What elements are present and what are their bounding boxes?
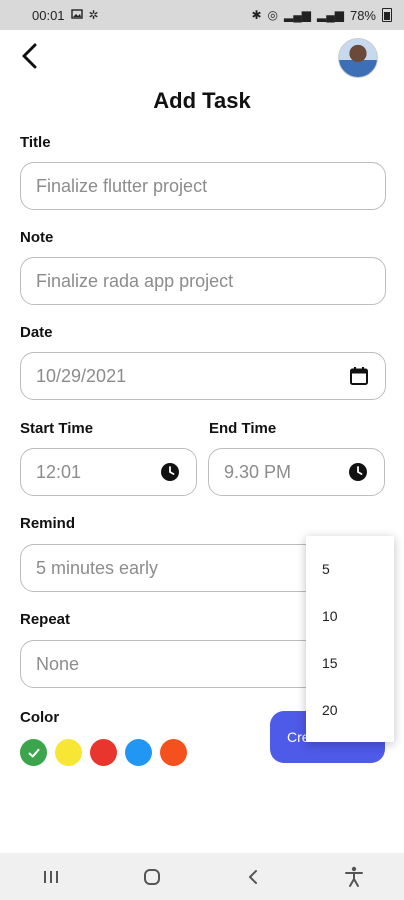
date-label: Date: [20, 324, 53, 341]
system-nav-bar: [0, 853, 404, 900]
color-swatch-yellow[interactable]: [55, 739, 82, 766]
title-input[interactable]: Finalize flutter project: [20, 162, 386, 210]
start-time-value: 12:01: [36, 461, 82, 482]
back-arrow-icon: [22, 43, 37, 69]
battery-percent: 78%: [349, 7, 376, 23]
status-bar-right: ✱ ◎ ▂▄▆ ▂▄▆ 78%: [251, 8, 392, 23]
date-input-value: 10/29/2021: [36, 365, 127, 386]
nav-back-button[interactable]: [233, 857, 273, 897]
clock-icon[interactable]: [159, 461, 181, 483]
home-button[interactable]: [132, 857, 172, 897]
note-input[interactable]: Finalize rada app project: [20, 257, 386, 305]
color-swatch-orange[interactable]: [160, 739, 187, 766]
image-icon: [70, 8, 83, 22]
remind-dropdown-menu: 5 10 15 20: [306, 536, 394, 742]
color-picker: [20, 739, 187, 766]
back-button[interactable]: [14, 40, 46, 72]
clock-icon[interactable]: [347, 461, 369, 483]
end-time-label: End Time: [209, 420, 277, 437]
bluetooth-icon: ✱: [251, 8, 262, 22]
recents-icon: [43, 870, 58, 883]
remind-label: Remind: [20, 515, 76, 532]
hotspot-icon: ◎: [267, 8, 279, 22]
accessibility-icon: [344, 866, 363, 887]
date-input[interactable]: 10/29/2021: [20, 352, 386, 400]
status-bar: 00:01 ✲ ✱ ◎ ▂▄▆ ▂▄▆ 78%: [0, 0, 404, 30]
remind-option[interactable]: 15: [306, 639, 394, 686]
battery-icon: [382, 8, 392, 22]
color-swatch-blue[interactable]: [125, 739, 152, 766]
remind-option[interactable]: 20: [306, 686, 394, 733]
remind-option[interactable]: 5: [306, 545, 394, 592]
avatar[interactable]: [338, 38, 378, 78]
home-icon: [143, 868, 160, 885]
recents-button[interactable]: [31, 857, 71, 897]
title-input-value: Finalize flutter project: [36, 175, 208, 196]
pinwheel-icon: ✲: [88, 8, 99, 22]
color-label: Color: [20, 709, 60, 726]
signal-icon: ▂▄▆: [317, 8, 344, 22]
accessibility-button[interactable]: [334, 857, 374, 897]
title-label: Title: [20, 134, 51, 151]
calendar-icon[interactable]: [348, 365, 370, 387]
end-time-input[interactable]: 9.30 PM: [208, 448, 385, 496]
signal-icon: ▂▄▆: [284, 8, 311, 22]
remind-option[interactable]: 10: [306, 592, 394, 639]
start-time-label: Start Time: [20, 420, 94, 437]
status-bar-left: 00:01 ✲: [32, 8, 99, 23]
check-icon: [28, 748, 39, 757]
start-time-input[interactable]: 12:01: [20, 448, 197, 496]
end-time-value: 9.30 PM: [224, 461, 292, 482]
note-input-value: Finalize rada app project: [36, 270, 234, 291]
color-swatch-red[interactable]: [90, 739, 117, 766]
color-swatch-green[interactable]: [20, 739, 47, 766]
repeat-label: Repeat: [20, 611, 71, 628]
status-time: 00:01: [32, 7, 65, 23]
back-icon: [248, 869, 257, 884]
note-label: Note: [20, 229, 54, 246]
page-title: Add Task: [153, 88, 251, 113]
